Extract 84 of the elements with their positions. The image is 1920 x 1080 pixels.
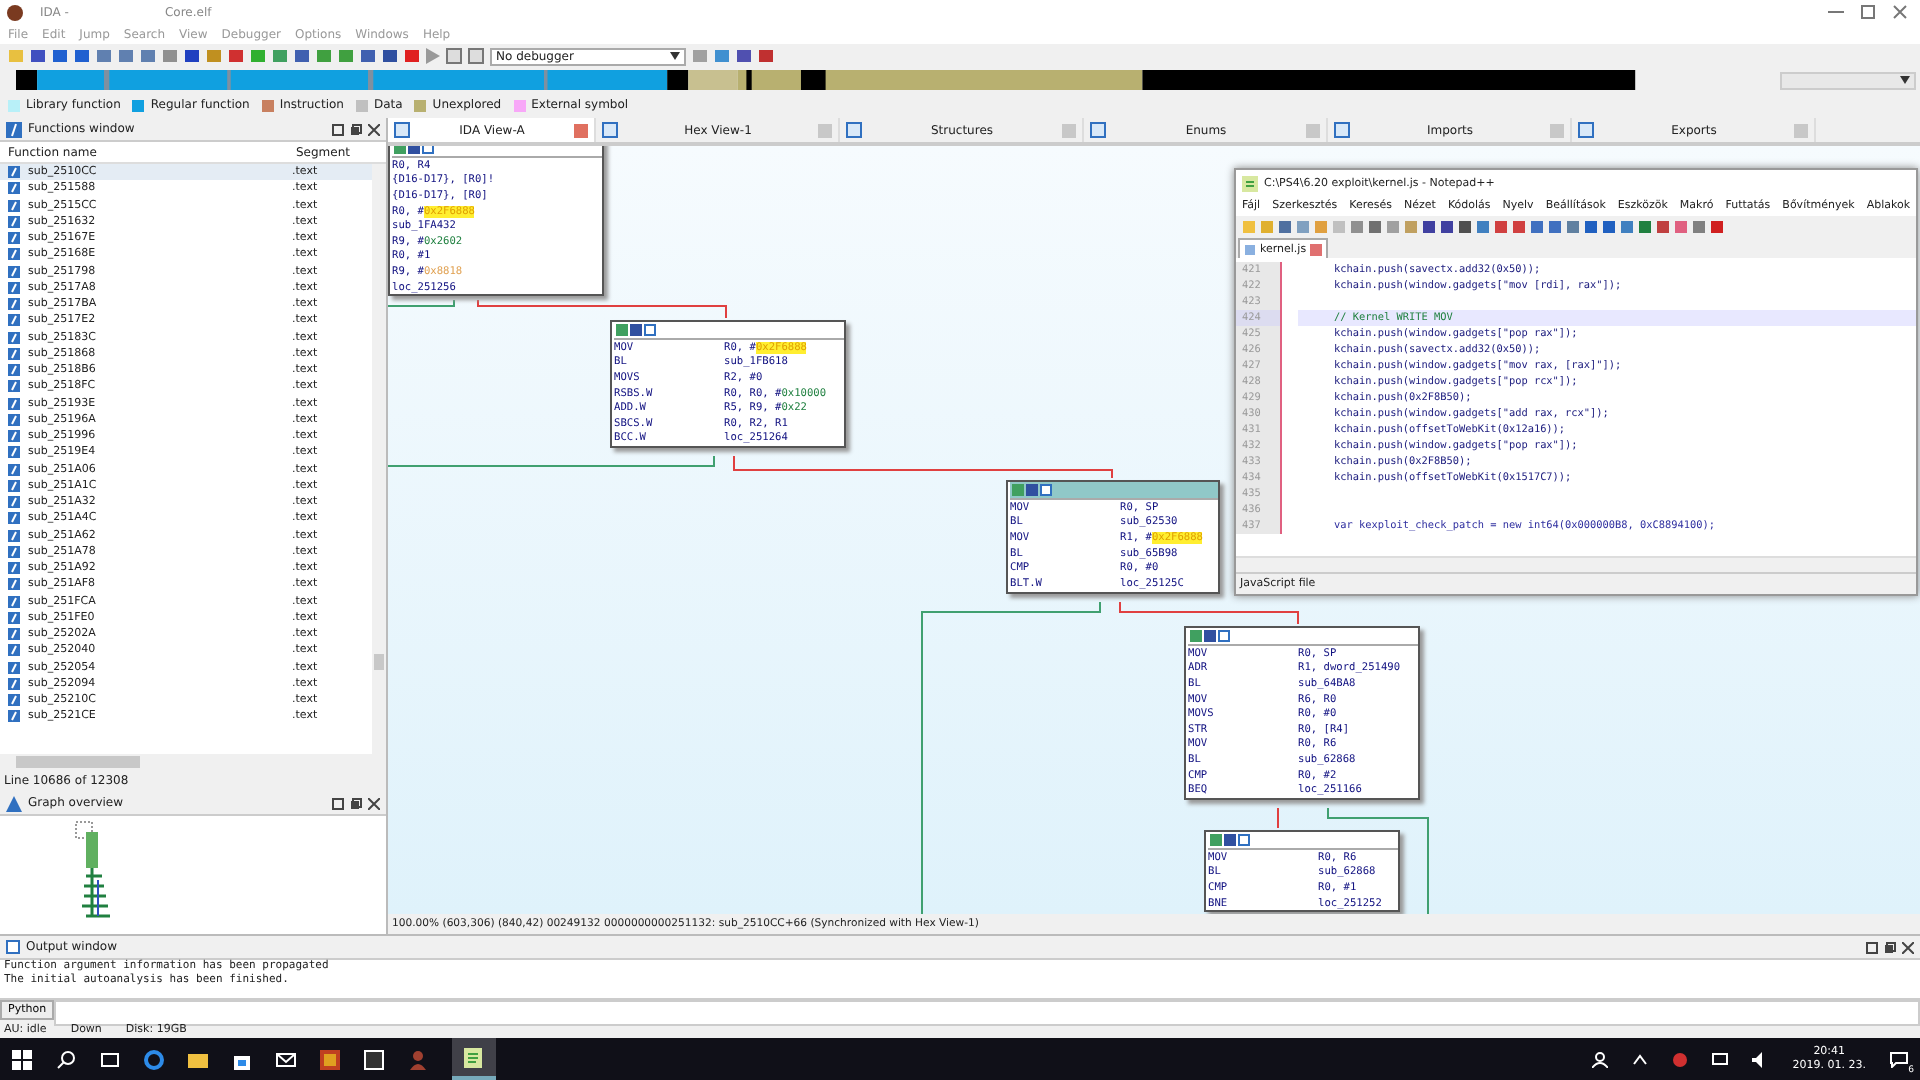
- person-icon[interactable]: [1592, 1051, 1609, 1067]
- speech-bubble-icon: [1890, 1051, 1908, 1067]
- maximize-icon[interactable]: [1860, 4, 1876, 20]
- app-icon[interactable]: [320, 1049, 340, 1069]
- tab-icon: [1090, 122, 1106, 138]
- function-icon: [8, 446, 20, 459]
- scroll-thumb[interactable]: [374, 654, 384, 670]
- output-icon: [6, 940, 20, 954]
- function-icon: [8, 661, 20, 674]
- restore-icon[interactable]: [1866, 941, 1878, 953]
- function-icon: [8, 380, 20, 393]
- function-icon: [8, 166, 20, 179]
- float-icon[interactable]: [350, 797, 362, 809]
- block-header[interactable]: [1208, 832, 1398, 850]
- play-icon[interactable]: [426, 48, 440, 64]
- connector-line: [1277, 807, 1279, 829]
- active-app-button[interactable]: [452, 1038, 496, 1080]
- file-icon: [1244, 243, 1256, 255]
- restore-icon[interactable]: [332, 123, 344, 135]
- graph-overview-drawing[interactable]: [73, 820, 113, 920]
- tab-icon: [394, 122, 410, 138]
- function-icon: [8, 677, 20, 690]
- function-icon: [8, 512, 20, 525]
- function-icon: [8, 430, 20, 443]
- function-icon: [8, 463, 20, 476]
- function-icon: [8, 644, 20, 657]
- function-icon: [8, 298, 20, 311]
- function-icon: [8, 199, 20, 212]
- envelope-icon[interactable]: [276, 1049, 296, 1069]
- search-icon[interactable]: [56, 1049, 76, 1069]
- connector-line: [388, 299, 455, 307]
- function-icon: [8, 248, 20, 261]
- scroll-thumb[interactable]: [16, 756, 140, 768]
- function-icon: [8, 595, 20, 608]
- tab-icon: [1334, 122, 1350, 138]
- block-header[interactable]: [1010, 482, 1218, 500]
- function-icon: [8, 331, 20, 344]
- function-icon: [8, 694, 20, 707]
- function-icon: [8, 545, 20, 558]
- function-icon: [8, 562, 20, 575]
- function-icon: [8, 347, 20, 360]
- scrollbar[interactable]: [372, 164, 386, 754]
- stop-icon[interactable]: [468, 48, 484, 64]
- app-icon[interactable]: [364, 1049, 384, 1069]
- function-icon: [8, 215, 20, 228]
- function-icon: [8, 578, 20, 591]
- scrollbar[interactable]: [0, 754, 386, 770]
- app-icon: [6, 3, 24, 21]
- caret-icon: [670, 52, 680, 60]
- tab-icon: [602, 122, 618, 138]
- task-view-icon[interactable]: [100, 1049, 120, 1069]
- graph-canvas[interactable]: [388, 146, 1920, 914]
- function-icon: [8, 397, 20, 410]
- function-icon: [8, 529, 20, 542]
- function-icon: [8, 182, 20, 195]
- block-header[interactable]: [1188, 628, 1418, 646]
- function-icon: [8, 710, 20, 723]
- notepad-icon: [464, 1047, 484, 1067]
- restore-icon[interactable]: [332, 797, 344, 809]
- function-icon: [8, 265, 20, 278]
- command-input[interactable]: [54, 1000, 1920, 1026]
- block-header[interactable]: [614, 322, 844, 340]
- person-silhouette-icon[interactable]: [408, 1049, 428, 1069]
- caret-icon: [1900, 76, 1910, 84]
- function-icon: [8, 496, 20, 509]
- function-icon: [8, 628, 20, 641]
- float-icon[interactable]: [1884, 941, 1896, 953]
- function-icon: [8, 281, 20, 294]
- function-icon: [8, 611, 20, 624]
- chevron-icon[interactable]: [1632, 1051, 1649, 1067]
- function-icon: [8, 232, 20, 245]
- function-icon: [8, 413, 20, 426]
- function-icon: [8, 314, 20, 327]
- function-icon: [8, 479, 20, 492]
- tab-icon: [1578, 122, 1594, 138]
- tab-icon: [846, 122, 862, 138]
- windows-logo-icon[interactable]: [12, 1049, 32, 1069]
- float-icon[interactable]: [350, 123, 362, 135]
- code-editor[interactable]: [1236, 258, 1916, 556]
- function-icon: [8, 364, 20, 377]
- function-icon: [6, 121, 22, 137]
- browser-icon[interactable]: [144, 1049, 164, 1069]
- scrollbar[interactable]: [1236, 556, 1916, 572]
- notepad-icon: [1242, 175, 1258, 191]
